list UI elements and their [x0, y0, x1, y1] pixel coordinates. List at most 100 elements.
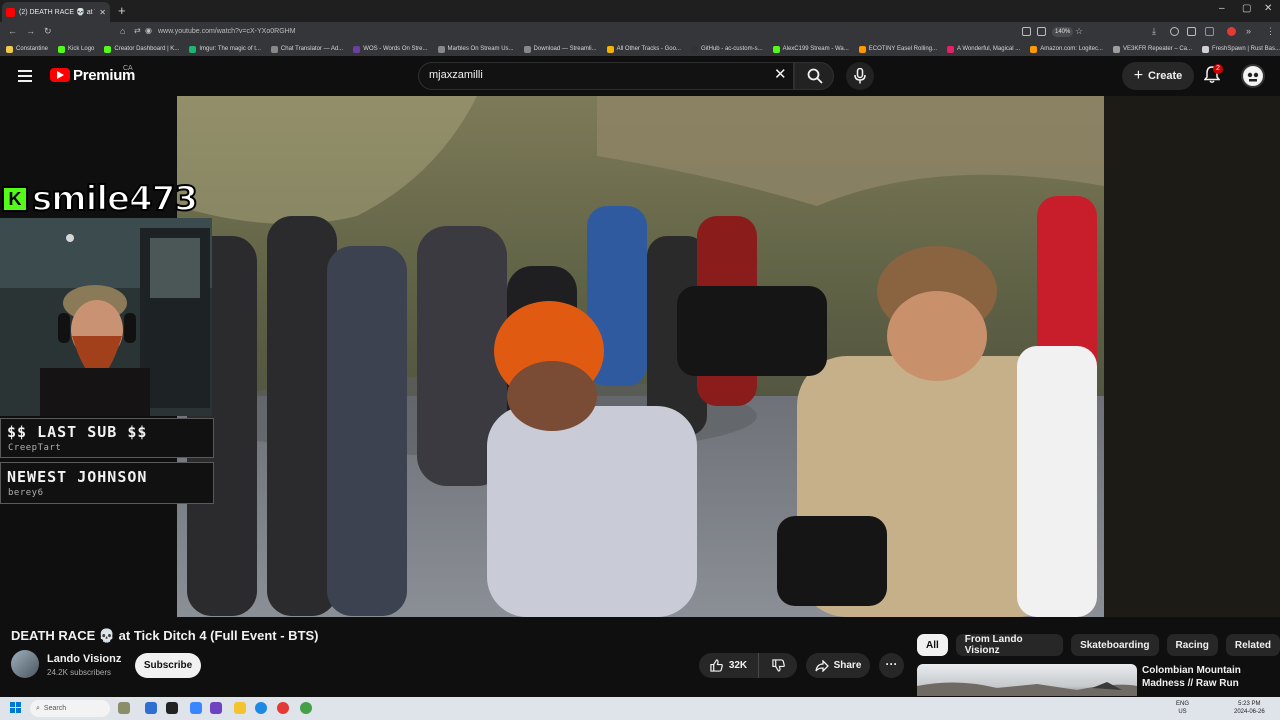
bookmark-star-icon[interactable]: ☆	[1075, 26, 1083, 37]
bookmark-item[interactable]: Kick Logo	[58, 45, 94, 53]
account-avatar[interactable]	[1241, 64, 1265, 88]
share-arrow-icon	[814, 659, 829, 672]
share-label: Share	[833, 660, 862, 671]
bookmark-label: FreshSpawn | Rust Bas...	[1212, 46, 1280, 52]
webcam-image	[0, 218, 212, 416]
search-input[interactable]	[429, 69, 759, 81]
home-icon[interactable]: ⌂	[120, 26, 125, 36]
language-indicator[interactable]: ENG US	[1176, 700, 1189, 716]
newest-name: berey6	[8, 488, 44, 498]
extension-icon[interactable]	[1170, 27, 1179, 36]
voice-search-button[interactable]	[846, 62, 874, 90]
minimize-icon[interactable]: –	[1219, 3, 1225, 14]
chrome-icon[interactable]	[300, 702, 312, 714]
like-count: 32K	[728, 660, 748, 671]
chip-racing[interactable]: Racing	[1166, 634, 1218, 656]
language-code: ENG	[1176, 701, 1190, 707]
extensions-puzzle-icon[interactable]	[1187, 27, 1196, 36]
notification-count-badge: 2	[1213, 64, 1223, 74]
system-clock[interactable]: 5:23 PM 2024-06-26	[1234, 700, 1265, 716]
bookmark-item[interactable]: All Other Tracks - Goo...	[606, 45, 681, 53]
widgets-icon[interactable]	[145, 702, 157, 714]
explorer-icon[interactable]	[190, 702, 202, 714]
related-video-thumbnail[interactable]	[917, 664, 1137, 696]
bookmark-label: A Wonderful, Magical ...	[957, 46, 1021, 52]
browser-tab[interactable]: (2) DEATH RACE 💀 at Tick Ditch 4 ✕	[2, 2, 110, 22]
bookmark-item[interactable]: VE3KFR Repeater – Ca...	[1112, 45, 1193, 53]
bookmark-item[interactable]: Marbles On Stream Us...	[437, 45, 514, 53]
browser-app-icon[interactable]	[277, 702, 289, 714]
address-bar: ← → ↻ ⌂ ⇄ ◉ www.youtube.com/watch?v=cX-Y…	[0, 22, 1280, 42]
region-code: US	[1178, 709, 1187, 715]
profile-icon[interactable]	[1227, 27, 1236, 36]
clock-time: 5:23 PM	[1238, 701, 1261, 707]
bookmark-favicon-icon	[858, 45, 866, 53]
newest-title: NEWEST JOHNSON	[7, 468, 148, 486]
video-player[interactable]	[177, 96, 1104, 617]
bookmark-label: Creator Dashboard | K...	[114, 46, 180, 52]
bookmark-label: VE3KFR Repeater – Ca...	[1122, 46, 1193, 52]
bookmark-item[interactable]: GitHub - ac-custom-s...	[690, 45, 763, 53]
channel-avatar[interactable]	[11, 650, 39, 678]
share-button[interactable]: Share	[806, 653, 870, 678]
cast-icon[interactable]	[1022, 27, 1031, 36]
edge-icon[interactable]	[255, 702, 267, 714]
close-tab-icon[interactable]: ✕	[99, 8, 106, 17]
more-actions-button[interactable]: ···	[879, 653, 904, 678]
close-window-icon[interactable]: ✕	[1264, 3, 1272, 14]
bookmark-item[interactable]: Creator Dashboard | K...	[104, 45, 180, 53]
menu-dots-icon[interactable]: ⋮	[1266, 26, 1275, 37]
clear-search-icon[interactable]: ✕	[774, 65, 787, 83]
chip-all[interactable]: All	[917, 634, 948, 656]
channel-name[interactable]: Lando Visionz	[47, 653, 121, 665]
thumbs-up-icon	[710, 659, 723, 672]
bookmark-favicon-icon	[606, 45, 614, 53]
bookmark-item[interactable]: Chat Translator — Ad...	[270, 45, 344, 53]
bookmark-item[interactable]: Constantine	[6, 45, 48, 53]
privacy-icon[interactable]: ◉	[145, 26, 152, 35]
new-tab-icon[interactable]: +	[118, 3, 126, 18]
bookmark-item[interactable]: A Wonderful, Magical ...	[947, 45, 1021, 53]
maximize-icon[interactable]: ▢	[1242, 3, 1251, 14]
newest-follower-panel: NEWEST JOHNSON berey6	[0, 462, 214, 504]
bookmark-item[interactable]: AlexC199 Stream - Wa...	[772, 45, 849, 53]
site-settings-icon[interactable]: ⇄	[134, 26, 141, 35]
bookmark-favicon-icon	[189, 45, 197, 53]
reload-icon[interactable]: ↻	[44, 26, 52, 37]
bookmark-label: Chat Translator — Ad...	[280, 46, 344, 52]
app-icon-purple[interactable]	[210, 702, 222, 714]
bookmark-item[interactable]: Imgur: The magic of t...	[189, 45, 261, 53]
weather-icon[interactable]	[118, 702, 130, 714]
download-icon[interactable]: ⤓	[1152, 26, 1156, 37]
screenshot-icon[interactable]	[1037, 27, 1046, 36]
skull-logo-icon	[1244, 67, 1262, 85]
windows-start-icon[interactable]	[10, 702, 22, 714]
bookmark-item[interactable]: WOS - Words On Stre...	[353, 45, 428, 53]
forward-icon[interactable]: →	[26, 26, 35, 36]
folder-icon[interactable]	[234, 702, 246, 714]
taskbar-search[interactable]: ⌕ Search	[30, 700, 110, 717]
sidebar-icon[interactable]	[1205, 27, 1214, 36]
bookmark-item[interactable]: ECOTINY Easel Rolling...	[858, 45, 937, 53]
search-icon: ⌕	[36, 704, 40, 712]
bookmark-item[interactable]: Download — Streamli...	[523, 45, 597, 53]
bookmark-item[interactable]: FreshSpawn | Rust Bas...	[1202, 45, 1280, 53]
chip-skateboarding[interactable]: Skateboarding	[1071, 634, 1159, 656]
youtube-logo-icon[interactable]	[50, 68, 70, 82]
chip-from-lando-visionz[interactable]: From Lando Visionz	[955, 634, 1064, 656]
create-button[interactable]: + Create	[1122, 62, 1194, 90]
terminal-icon[interactable]	[166, 702, 178, 714]
url-field[interactable]: www.youtube.com/watch?v=cX-YXo0RGHM	[158, 28, 296, 35]
more-tools-icon[interactable]: »	[1246, 26, 1251, 36]
chip-related[interactable]: Related	[1225, 634, 1280, 656]
like-button[interactable]: 32K	[699, 653, 759, 678]
search-button[interactable]	[794, 62, 834, 90]
back-icon[interactable]: ←	[8, 26, 17, 36]
bookmark-item[interactable]: Amazon.com: Logitec...	[1030, 45, 1103, 53]
zoom-level[interactable]: 140%	[1052, 27, 1074, 37]
subscribe-button[interactable]: Subscribe	[135, 653, 201, 678]
dislike-button[interactable]	[759, 653, 797, 678]
clock-date: 2024-06-26	[1234, 709, 1265, 715]
hamburger-menu-icon[interactable]	[18, 70, 32, 82]
related-video-title[interactable]: Colombian Mountain Madness // Raw Run	[1142, 664, 1272, 690]
